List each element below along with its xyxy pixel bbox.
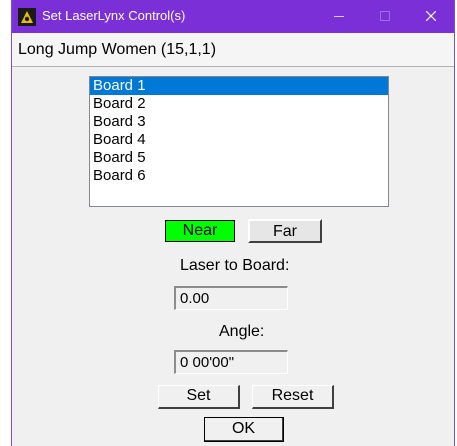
event-name-label: Long Jump Women (15,1,1) [12, 33, 454, 67]
dialog-window: Set LaserLynx Control(s) Long Jump Women… [11, 0, 455, 446]
board-list-item[interactable]: Board 5 [90, 149, 388, 167]
app-icon [18, 8, 36, 26]
ok-button[interactable]: OK [204, 417, 284, 442]
board-list-item[interactable]: Board 6 [90, 167, 388, 185]
board-list-item[interactable]: Board 4 [90, 131, 388, 149]
window-title: Set LaserLynx Control(s) [42, 8, 186, 23]
reset-button[interactable]: Reset [252, 385, 334, 409]
close-button[interactable] [408, 0, 454, 33]
maximize-button[interactable] [362, 0, 408, 33]
close-icon [426, 11, 436, 21]
title-bar[interactable]: Set LaserLynx Control(s) [12, 0, 454, 33]
angle-label: Angle: [219, 323, 265, 340]
set-button[interactable]: Set [158, 385, 240, 409]
maximize-icon [380, 11, 390, 21]
minimize-button[interactable] [316, 0, 362, 33]
board-list-item[interactable]: Board 1 [90, 77, 388, 95]
minimize-icon [334, 16, 344, 17]
near-button[interactable]: Near [165, 220, 235, 242]
laser-to-board-field[interactable] [174, 286, 288, 310]
board-listbox[interactable]: Board 1 Board 2 Board 3 Board 4 Board 5 … [89, 76, 389, 207]
board-list-item[interactable]: Board 2 [90, 95, 388, 113]
board-list-item[interactable]: Board 3 [90, 113, 388, 131]
laser-to-board-label: Laser to Board: [180, 257, 290, 274]
angle-field[interactable] [174, 350, 288, 374]
far-button[interactable]: Far [248, 219, 322, 243]
